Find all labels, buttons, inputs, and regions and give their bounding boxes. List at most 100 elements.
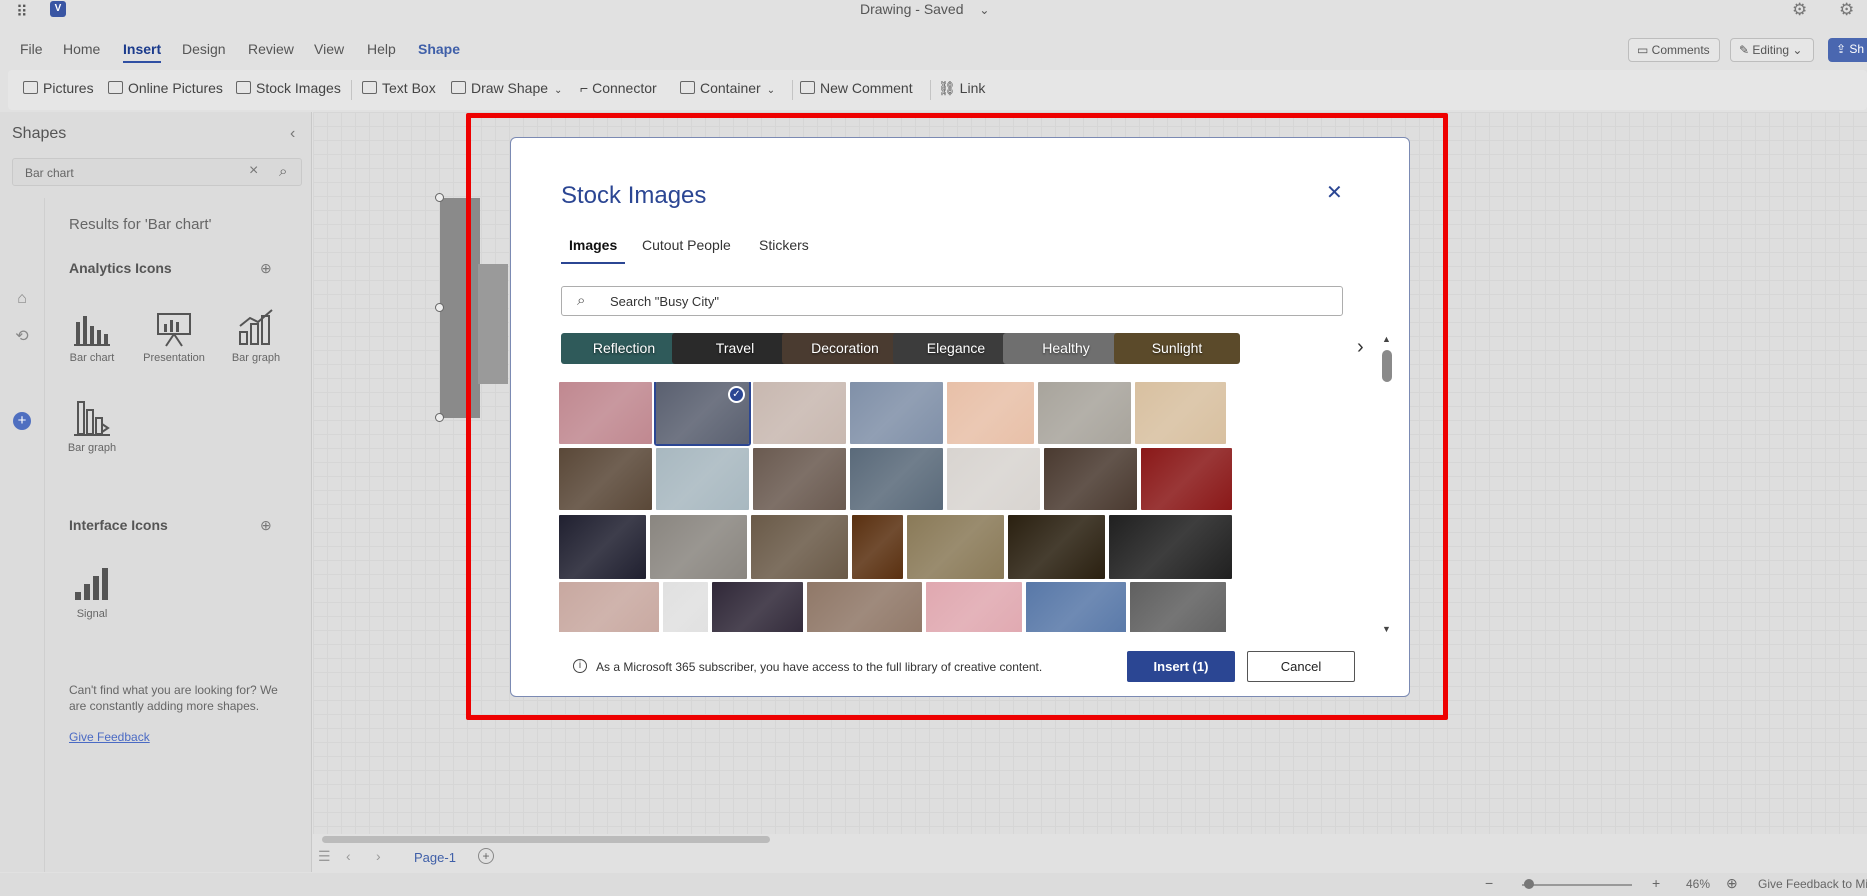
next-page-icon[interactable]: ›: [376, 848, 381, 864]
stock-image-thumbnail[interactable]: [712, 582, 803, 632]
page-list-icon[interactable]: ☰: [318, 848, 331, 865]
container-button[interactable]: Container ⌄: [680, 80, 775, 96]
online-pictures-button[interactable]: Online Pictures: [108, 80, 223, 96]
give-feedback-link[interactable]: Give Feedback: [69, 730, 150, 744]
chevron-right-icon[interactable]: ›: [1357, 336, 1364, 359]
zoom-in-icon[interactable]: ⊕: [260, 260, 272, 277]
editing-mode-button[interactable]: ✎ Editing ⌄: [1730, 38, 1814, 62]
insert-button[interactable]: Insert (1): [1127, 651, 1235, 682]
stock-image-thumbnail[interactable]: [907, 515, 1004, 579]
stock-search-input[interactable]: [561, 286, 1343, 316]
shape-search-input[interactable]: Bar chart × ⌕: [12, 158, 302, 186]
tab-review[interactable]: Review: [248, 41, 294, 57]
stock-image-thumbnail[interactable]: [1109, 515, 1232, 579]
page-tab-1[interactable]: Page-1: [414, 850, 456, 865]
tab-stickers[interactable]: Stickers: [759, 237, 809, 253]
zoom-slider[interactable]: [1522, 884, 1632, 886]
previous-page-icon[interactable]: ‹: [346, 848, 351, 864]
stock-image-thumbnail[interactable]: [926, 582, 1022, 632]
stencil-icon[interactable]: ⟲: [12, 326, 32, 346]
category-chip-decoration[interactable]: Decoration: [782, 333, 908, 364]
stock-image-thumbnail[interactable]: [850, 382, 943, 444]
fit-to-window-icon[interactable]: ⊕: [1726, 875, 1738, 892]
selection-handle[interactable]: [435, 303, 444, 312]
shape-tile-signal[interactable]: Signal: [52, 558, 132, 638]
shapes-category-icon[interactable]: ⌂: [12, 290, 32, 310]
stock-image-thumbnail[interactable]: [852, 515, 903, 579]
scroll-down-icon[interactable]: ▼: [1382, 624, 1391, 634]
stock-image-thumbnail[interactable]: [1008, 515, 1105, 579]
stock-image-thumbnail[interactable]: [559, 382, 652, 444]
collapse-panel-icon[interactable]: ‹: [290, 125, 295, 143]
stock-image-thumbnail[interactable]: [650, 515, 747, 579]
tab-design[interactable]: Design: [182, 41, 226, 57]
category-chip-travel[interactable]: Travel: [672, 333, 798, 364]
tab-images[interactable]: Images: [560, 237, 626, 264]
pictures-button[interactable]: Pictures: [23, 80, 94, 96]
scroll-up-icon[interactable]: ▲: [1382, 334, 1391, 344]
shape-tile-bar-graph-2[interactable]: Bar graph: [52, 392, 132, 472]
selection-handle[interactable]: [435, 193, 444, 202]
shape-tile-bar-graph[interactable]: Bar graph: [216, 302, 296, 382]
horizontal-scrollbar[interactable]: [322, 836, 770, 843]
gear-icon[interactable]: ⚙: [1792, 0, 1807, 20]
tab-help[interactable]: Help: [367, 41, 396, 57]
zoom-out-icon[interactable]: −: [1485, 875, 1493, 891]
stock-image-thumbnail[interactable]: [663, 582, 708, 632]
link-button[interactable]: ⛓ Link: [938, 80, 985, 97]
stock-image-thumbnail[interactable]: [559, 448, 652, 510]
selection-handle[interactable]: [435, 413, 444, 422]
canvas-shape[interactable]: [440, 198, 480, 418]
stock-image-thumbnail[interactable]: [947, 382, 1034, 444]
stock-image-thumbnail[interactable]: [1130, 582, 1226, 632]
stock-image-thumbnail[interactable]: [1044, 448, 1137, 510]
stock-images-button[interactable]: Stock Images: [236, 80, 341, 96]
stock-image-thumbnail[interactable]: [753, 382, 846, 444]
stock-image-thumbnail[interactable]: [1026, 582, 1126, 632]
settings-icon[interactable]: ⚙: [1839, 0, 1854, 20]
shape-tile-bar-chart[interactable]: Bar chart: [52, 302, 132, 382]
stock-image-thumbnail[interactable]: [656, 448, 749, 510]
stock-image-thumbnail[interactable]: [850, 448, 943, 510]
add-page-icon[interactable]: +: [478, 848, 494, 864]
give-feedback-status[interactable]: Give Feedback to Mi: [1758, 877, 1867, 891]
tab-shape[interactable]: Shape: [418, 41, 460, 57]
document-title[interactable]: Drawing - Saved ⌄: [860, 1, 989, 17]
vertical-scrollbar-thumb[interactable]: [1382, 350, 1392, 382]
close-icon[interactable]: ✕: [1326, 180, 1343, 205]
stock-image-thumbnail[interactable]: [751, 515, 848, 579]
add-stencil-icon[interactable]: +: [13, 412, 31, 430]
new-comment-button[interactable]: New Comment: [800, 80, 913, 96]
shape-tile-presentation[interactable]: Presentation: [134, 302, 214, 382]
stock-image-thumbnail[interactable]: [753, 448, 846, 510]
zoom-level[interactable]: 46%: [1686, 877, 1710, 891]
stock-image-thumbnail[interactable]: [1141, 448, 1232, 510]
stock-image-thumbnail[interactable]: [559, 515, 646, 579]
connector-button[interactable]: ⌐ Connector: [580, 80, 657, 96]
zoom-in-icon[interactable]: ⊕: [260, 517, 272, 534]
stock-image-thumbnail[interactable]: [559, 582, 659, 632]
draw-shape-button[interactable]: Draw Shape ⌄: [451, 80, 562, 96]
zoom-slider-thumb[interactable]: [1524, 879, 1534, 889]
canvas-shape-inner[interactable]: [478, 264, 508, 384]
category-chip-sunlight[interactable]: Sunlight: [1114, 333, 1240, 364]
stock-image-thumbnail[interactable]: [807, 582, 922, 632]
chevron-down-icon[interactable]: ⌄: [979, 3, 989, 17]
stock-image-thumbnail[interactable]: [1135, 382, 1226, 444]
category-chip-reflection[interactable]: Reflection: [561, 333, 687, 364]
stock-image-thumbnail[interactable]: ✓: [654, 382, 751, 446]
share-button[interactable]: ⇪ Sh: [1828, 38, 1867, 62]
zoom-in-icon[interactable]: +: [1652, 875, 1660, 891]
tab-file[interactable]: File: [20, 41, 43, 57]
clear-search-icon[interactable]: ×: [249, 162, 258, 180]
comments-button[interactable]: ▭ Comments: [1628, 38, 1720, 62]
search-icon[interactable]: ⌕: [279, 163, 287, 180]
tab-cutout-people[interactable]: Cutout People: [642, 237, 731, 253]
category-chip-healthy[interactable]: Healthy: [1003, 333, 1129, 364]
tab-insert[interactable]: Insert: [123, 41, 162, 63]
category-chip-elegance[interactable]: Elegance: [893, 333, 1019, 364]
app-launcher-icon[interactable]: ⠿: [16, 2, 29, 22]
stock-image-thumbnail[interactable]: [1038, 382, 1131, 444]
text-box-button[interactable]: Text Box: [362, 80, 436, 96]
cancel-button[interactable]: Cancel: [1247, 651, 1355, 682]
